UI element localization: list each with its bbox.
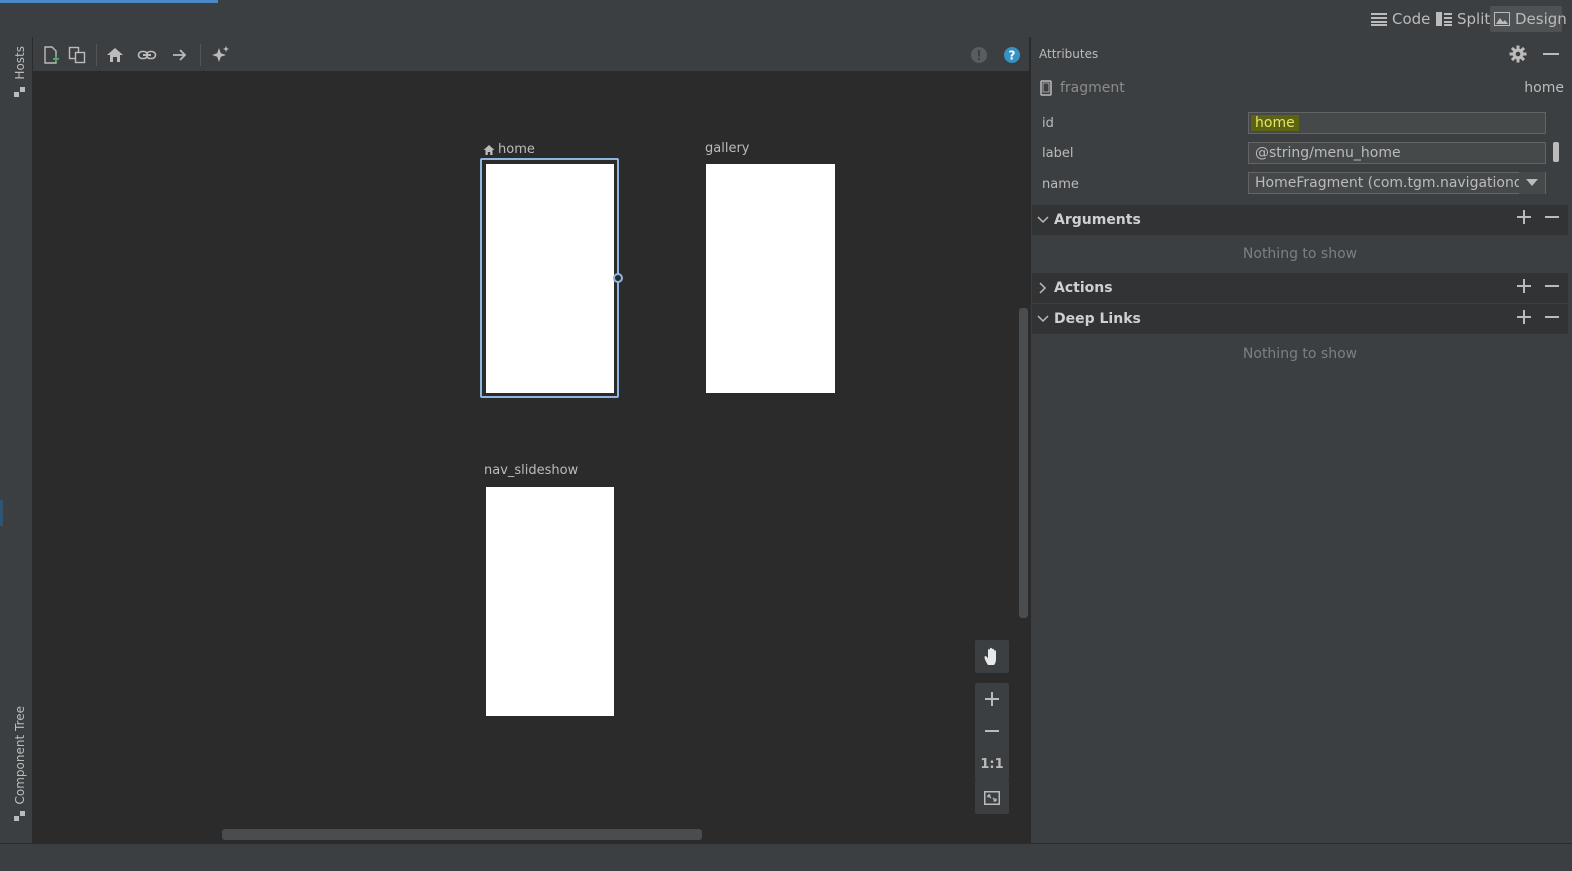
hosts-tab-label: Hosts [13,46,27,80]
actions-section-title: Actions [1054,280,1113,296]
destination-label-home: home [498,142,535,157]
code-mode-button[interactable]: Code [1367,6,1434,32]
auto-arrange-icon[interactable] [210,44,232,66]
destination-label-gallery: gallery [705,141,750,156]
component-tree-icon [14,810,26,822]
element-type-label: fragment [1060,80,1125,96]
remove-argument-icon[interactable] [1545,216,1559,218]
deep-links-empty-text: Nothing to show [1242,346,1358,362]
hosts-tab[interactable]: Hosts [13,46,27,80]
canvas-horizontal-scrollbar[interactable] [222,829,702,840]
zoom-in-icon[interactable] [985,692,999,707]
action-arrow-icon[interactable] [169,44,191,66]
actions-section-header[interactable]: Actions [1032,273,1568,303]
warning-icon[interactable] [968,44,990,66]
label-label: label [1042,146,1074,161]
label-field[interactable]: @string/menu_home [1248,142,1546,164]
add-argument-icon[interactable] [1517,210,1531,224]
fragment-icon [1040,80,1052,96]
label-field-value: @string/menu_home [1255,145,1401,161]
destination-gallery[interactable] [706,164,835,393]
destination-nav-slideshow[interactable] [486,487,614,716]
name-dropdown[interactable]: HomeFragment (com.tgm.navigationdr [1248,172,1546,194]
left-edge-accent [0,500,3,526]
svg-text:?: ? [1009,49,1016,63]
minimize-icon[interactable] [1543,53,1559,55]
toolbar-separator [200,44,201,66]
action-handle[interactable] [613,273,623,283]
new-destination-icon[interactable] [40,44,62,66]
chevron-right-icon [1032,282,1054,294]
help-icon[interactable]: ? [1001,44,1023,66]
gear-icon[interactable] [1509,45,1527,63]
toolbar-separator [96,44,97,66]
add-deep-link-icon[interactable] [1517,310,1531,324]
deep-link-icon[interactable] [136,44,158,66]
lines-icon [1371,12,1387,26]
nested-graph-icon[interactable] [66,44,88,66]
tab-indicator [0,0,218,3]
design-mode-label: Design [1515,10,1567,28]
attributes-title: Attributes [1039,47,1099,61]
arguments-section-header[interactable]: Arguments [1032,205,1568,235]
canvas-vertical-scrollbar[interactable] [1019,308,1028,618]
editor-mode-bar [0,0,1572,38]
fit-screen-icon[interactable] [975,781,1009,814]
element-id-label: home [1524,80,1564,96]
chevron-down-icon [1032,315,1054,323]
status-bar [0,843,1572,871]
deep-links-section-title: Deep Links [1054,311,1141,327]
id-field[interactable]: home [1248,112,1546,134]
id-field-value: home [1251,115,1299,131]
split-mode-button[interactable]: Split [1432,6,1494,32]
code-mode-label: Code [1392,10,1431,28]
remove-action-icon[interactable] [1545,285,1559,287]
name-dropdown-value: HomeFragment (com.tgm.navigationdr [1255,175,1529,191]
pan-hand-icon[interactable] [975,640,1009,673]
remove-deep-link-icon[interactable] [1545,316,1559,318]
destination-label-nav-slideshow: nav_slideshow [484,463,579,478]
split-icon [1436,12,1452,26]
destination-home-header: home [483,142,535,157]
arguments-empty-text: Nothing to show [1242,246,1358,262]
home-icon[interactable] [104,44,126,66]
chevron-down-icon [1032,216,1054,224]
add-action-icon[interactable] [1517,279,1531,293]
split-mode-label: Split [1457,10,1491,28]
arguments-section-title: Arguments [1054,212,1141,228]
id-label: id [1042,116,1054,131]
deep-links-section-header[interactable]: Deep Links [1032,304,1568,334]
destination-home[interactable] [486,164,614,393]
zoom-out-icon[interactable] [985,724,999,738]
start-destination-home-icon [483,144,495,156]
attributes-scrollbar[interactable] [1553,142,1559,162]
zoom-one-to-one-button[interactable]: 1:1 [980,757,1003,772]
chevron-down-icon[interactable] [1519,172,1545,194]
zoom-controls-group: 1:1 [975,683,1009,781]
name-label: name [1042,177,1079,192]
design-mode-button[interactable]: Design [1490,6,1567,32]
hosts-tab-icon [14,86,26,98]
component-tree-tab-label: Component Tree [13,706,27,805]
image-icon [1494,12,1510,26]
